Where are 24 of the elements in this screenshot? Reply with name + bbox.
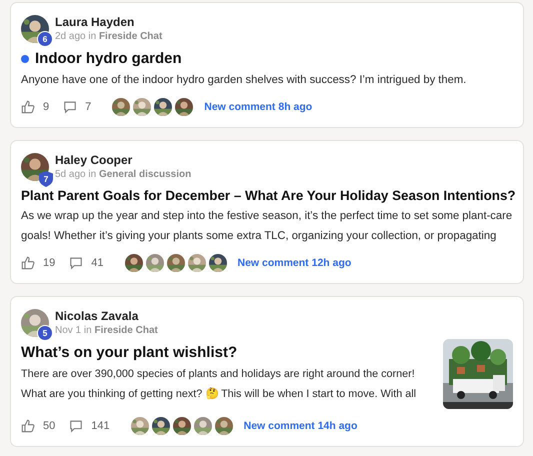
comment-count: 141 — [91, 420, 110, 432]
post-meta: Nov 1 in Fireside Chat — [55, 325, 158, 336]
like-count: 50 — [43, 420, 56, 432]
post-excerpt: As we wrap up the year and step into the festive season, it’s the perfect time to set some plant-care goals! Whether it’s giving your plants some extra TLC, organizing your collection, or propagating — [21, 209, 513, 244]
like-count: 9 — [43, 101, 50, 113]
level-badge: 7 — [39, 171, 53, 187]
comment-count: 7 — [85, 101, 92, 113]
new-comment-link[interactable]: New comment 8h ago — [204, 101, 312, 113]
post-excerpt: Anyone have one of the indoor hydro garden shelves with success? I’m intrigued by them. — [21, 73, 468, 88]
author-name[interactable]: Nicolas Zavala — [55, 309, 158, 324]
new-comment-link[interactable]: New comment 14h ago — [244, 420, 358, 432]
post-title[interactable]: What’s on your plant wishlist? — [21, 344, 238, 361]
post-excerpt: There are over 390,000 species of plants and holidays are right around the corner! What are you thinking of getting next? 🤔 This will be when I start to move. With all — [21, 367, 418, 402]
post-title[interactable]: Plant Parent Goals for December – What Are Your Holiday Season Intentions? — [21, 188, 516, 203]
author-name[interactable]: Laura Hayden — [55, 15, 162, 30]
post-meta: 5d ago in General discussion — [55, 169, 192, 180]
like-count: 19 — [43, 257, 56, 269]
author-name[interactable]: Haley Cooper — [55, 153, 192, 168]
post-meta: 2d ago in Fireside Chat — [55, 31, 162, 42]
comment-count: 41 — [91, 257, 104, 269]
level-badge: 5 — [37, 325, 53, 341]
new-comment-link[interactable]: New comment 12h ago — [238, 257, 352, 269]
post-title[interactable]: Indoor hydro garden — [35, 50, 182, 67]
level-badge: 6 — [37, 31, 53, 47]
